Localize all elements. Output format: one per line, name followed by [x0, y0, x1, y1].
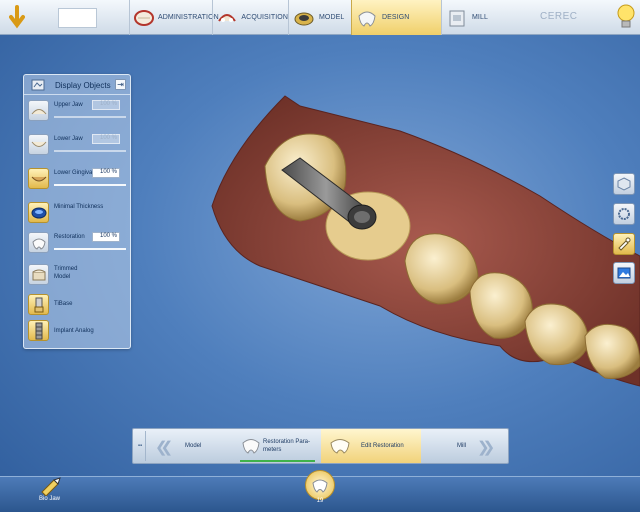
restoration-tooth-icon: [31, 238, 46, 250]
lower-gingiva-slider[interactable]: [54, 184, 126, 186]
object-trimmed-model: Trimmed Model: [26, 263, 130, 293]
gingiva-icon: [31, 176, 46, 181]
back-arrow-button[interactable]: [3, 3, 31, 32]
screenshot-button[interactable]: [613, 262, 635, 284]
edit-restoration-tooth-icon: [329, 436, 351, 456]
workflow-steps-bar: ▪▪ ❮❮ Model Restoration Para- meters Edi…: [132, 428, 509, 464]
brand-logo: CEREC: [540, 11, 578, 22]
chevron-left-icon: ❮❮: [155, 439, 173, 456]
mill-unit-icon: [446, 7, 468, 29]
tooth-selector-button[interactable]: [305, 470, 335, 500]
lower-gingiva-toggle[interactable]: [28, 168, 49, 189]
cube-icon: [617, 177, 631, 191]
phase-mill[interactable]: MILL: [441, 0, 501, 35]
bio-jaw-button[interactable]: Bio Jaw: [36, 476, 64, 512]
parameters-progress-bar: [240, 460, 315, 462]
object-lower-gingiva: Lower Gingiva 100 %: [26, 167, 130, 197]
patient-field[interactable]: [58, 8, 97, 28]
picture-icon: [617, 267, 631, 279]
view-cube-button[interactable]: [613, 173, 635, 195]
upper-jaw-toggle[interactable]: [28, 100, 49, 121]
phase-design[interactable]: DESIGN: [351, 0, 441, 35]
tool-palette-button[interactable]: [613, 233, 635, 255]
step-edit-restoration[interactable]: Edit Restoration: [321, 429, 421, 463]
implant-analog-toggle[interactable]: [28, 320, 49, 341]
rotate-view-button[interactable]: [613, 203, 635, 225]
rotate-ring-icon: [618, 208, 630, 220]
object-restoration: Restoration 100 %: [26, 231, 130, 261]
model-icon: [293, 7, 315, 29]
lower-jaw-icon: [31, 141, 46, 147]
pin-icon[interactable]: ⇥: [115, 79, 126, 90]
step-mill[interactable]: Mill ❯❯: [421, 429, 507, 463]
minimal-thickness-icon: [31, 207, 46, 218]
trimmed-model-icon: [32, 269, 45, 280]
acquisition-jaw-icon: [217, 7, 237, 29]
step-model[interactable]: ❮❮ Model: [147, 429, 237, 463]
top-toolbar: ADMINISTRATION ACQUISITION MODEL DESIGN …: [0, 0, 640, 35]
lower-jaw-toggle[interactable]: [28, 134, 49, 155]
object-upper-jaw: Upper Jaw 100 %: [26, 99, 130, 129]
workflow-handle[interactable]: ▪▪: [135, 431, 146, 461]
tibase-toggle[interactable]: [28, 294, 49, 315]
trimmed-model-toggle[interactable]: [28, 264, 49, 285]
lower-gingiva-percent[interactable]: 100 %: [92, 168, 120, 178]
restoration-percent[interactable]: 100 %: [92, 232, 120, 242]
tools-icon: [618, 237, 631, 251]
tooth-icon: [312, 479, 328, 493]
phase-model[interactable]: MODEL: [288, 0, 351, 35]
minimal-thickness-toggle[interactable]: [28, 202, 49, 223]
restoration-parameters-tooth-icon: [241, 436, 261, 456]
object-lower-jaw: Lower Jaw 100 %: [26, 133, 130, 163]
restoration-slider[interactable]: [54, 248, 126, 250]
bio-jaw-icon: [41, 477, 61, 496]
lower-jaw-percent[interactable]: 100 %: [92, 134, 120, 144]
help-bulb-button[interactable]: [616, 3, 636, 31]
upper-jaw-percent[interactable]: 100 %: [92, 100, 120, 110]
step-restoration-parameters[interactable]: Restoration Para- meters: [237, 429, 321, 463]
design-tooth-icon: [356, 7, 378, 29]
phase-administration[interactable]: ADMINISTRATION: [129, 0, 219, 35]
panel-header: Display Objects ⇥: [24, 75, 130, 95]
tibase-icon: [34, 297, 43, 312]
lower-jaw-slider[interactable]: [54, 150, 126, 152]
restoration-toggle[interactable]: [28, 232, 49, 253]
object-implant-analog: Implant Analog: [26, 319, 130, 349]
implant-analog-icon: [35, 322, 42, 339]
administration-teeth-icon: [134, 7, 154, 29]
display-objects-panel: Display Objects ⇥ Upper Jaw 100 % Lower …: [23, 74, 131, 349]
chevron-right-icon: ❯❯: [477, 439, 495, 456]
tooth-number: 19: [316, 498, 324, 504]
object-minimal-thickness: Minimal Thickness: [26, 201, 130, 231]
upper-jaw-slider[interactable]: [54, 116, 126, 118]
upper-jaw-icon: [31, 108, 46, 114]
display-objects-icon: [30, 77, 46, 93]
back-arrow-icon: [9, 4, 25, 28]
panel-title: Display Objects: [55, 81, 111, 90]
lightbulb-icon: [617, 4, 635, 28]
phase-acquisition[interactable]: ACQUISITION: [212, 0, 288, 35]
